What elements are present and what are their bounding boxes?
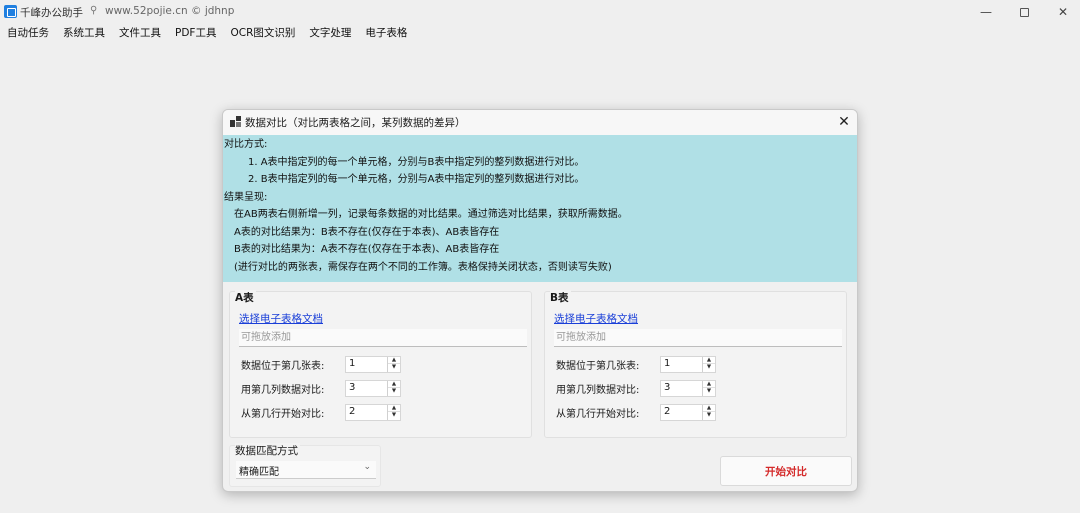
spin-down-icon[interactable]: ▼	[388, 364, 400, 371]
spin-down-icon[interactable]: ▼	[703, 412, 715, 419]
column-index-label: 用第几列数据对比:	[241, 384, 325, 396]
dialog-close-button[interactable]: ✕	[835, 113, 853, 131]
table-b-column-spinner[interactable]: 3 ▲ ▼	[660, 379, 716, 397]
menu-bar: 自动任务 系统工具 文件工具 PDF工具 OCR图文识别 文字处理 电子表格	[0, 24, 414, 42]
spin-down-icon[interactable]: ▼	[388, 388, 400, 395]
spinner-value: 1	[349, 357, 356, 369]
spinner-value: 3	[349, 381, 356, 393]
maximize-button[interactable]	[1004, 0, 1044, 24]
start-row-label: 从第几行开始对比:	[556, 408, 640, 420]
table-b-column-row: 用第几列数据对比: 3 ▲ ▼	[556, 379, 716, 397]
app-subtitle: www.52pojie.cn © jdhnp	[105, 5, 235, 17]
table-a-file-input[interactable]	[239, 329, 527, 347]
spinner-value: 2	[349, 405, 356, 417]
dialog-titlebar: 数据对比（对比两表格之间，某列数据的差异） ✕	[223, 110, 857, 135]
table-a-column-row: 用第几列数据对比: 3 ▲ ▼	[241, 379, 401, 397]
spin-down-icon[interactable]: ▼	[703, 388, 715, 395]
match-method-value: 精确匹配	[239, 467, 279, 478]
table-b-select-file-link[interactable]: 选择电子表格文档	[554, 311, 638, 326]
info-line: 1. A表中指定列的每一个单元格，分别与B表中指定列的整列数据进行对比。	[248, 156, 585, 168]
info-line: (进行对比的两张表，需保存在两个不同的工作簿。表格保持关闭状态，否则读写失败)	[234, 261, 612, 273]
match-method-title: 数据匹配方式	[235, 443, 300, 458]
info-line: A表的对比结果为：B表不存在(仅存在于本表)、AB表皆存在	[234, 226, 500, 238]
start-row-label: 从第几行开始对比:	[241, 408, 325, 420]
table-b-file-input[interactable]	[554, 329, 842, 347]
app-titlebar: 千峰办公助手 ⚲ www.52pojie.cn © jdhnp — ✕	[0, 0, 1080, 24]
spin-up-icon[interactable]: ▲	[388, 405, 400, 412]
table-a-panel: A表 选择电子表格文档 数据位于第几张表: 1 ▲▼ 用第几列数据对比: 3 ▲…	[229, 290, 532, 438]
close-icon: ✕	[1057, 5, 1069, 19]
table-a-start-row: 从第几行开始对比: 2 ▲ ▼	[241, 403, 401, 421]
spinner-value: 2	[664, 405, 671, 417]
info-line: 2. B表中指定列的每一个单元格，分别与A表中指定列的整列数据进行对比。	[248, 174, 585, 185]
info-line: B表的对比结果为：A表不存在(仅存在于本表)、AB表皆存在	[234, 244, 500, 255]
spin-up-icon[interactable]: ▲	[703, 357, 715, 364]
info-line: 结果呈现:	[224, 191, 268, 203]
app-logo-icon	[4, 5, 17, 18]
spin-up-icon[interactable]: ▲	[703, 381, 715, 388]
start-compare-button[interactable]: 开始对比	[720, 456, 852, 486]
spin-up-icon[interactable]: ▲	[388, 381, 400, 388]
spin-down-icon[interactable]: ▼	[703, 364, 715, 371]
close-window-button[interactable]: ✕	[1043, 0, 1080, 24]
match-method-group: 数据匹配方式 精确匹配 ⌄	[229, 443, 381, 487]
info-line: 在AB两表右侧新增一列，记录每条数据的对比结果。通过筛选对比结果，获取所需数据。	[234, 209, 628, 220]
spin-down-icon[interactable]: ▼	[388, 412, 400, 419]
table-b-start-row: 从第几行开始对比: 2 ▲ ▼	[556, 403, 716, 421]
spinner-value: 1	[664, 357, 671, 369]
sheet-index-label: 数据位于第几张表:	[556, 360, 640, 372]
menu-pdf-tools[interactable]: PDF工具	[168, 24, 223, 42]
minimize-icon: —	[980, 5, 992, 19]
menu-file-tools[interactable]: 文件工具	[112, 24, 168, 42]
table-b-panel: B表 选择电子表格文档 数据位于第几张表: 1 ▲▼ 用第几列数据对比: 3 ▲…	[544, 290, 847, 438]
table-b-start-row-spinner[interactable]: 2 ▲ ▼	[660, 403, 716, 421]
menu-ocr[interactable]: OCR图文识别	[223, 24, 302, 42]
menu-auto-tasks[interactable]: 自动任务	[0, 24, 56, 42]
table-a-title: A表	[235, 290, 256, 305]
table-b-sheet-spinner[interactable]: 1 ▲ ▼	[660, 355, 716, 373]
maximize-icon	[1019, 7, 1029, 17]
table-b-sheet-row: 数据位于第几张表: 1 ▲ ▼	[556, 355, 716, 373]
close-icon: ✕	[838, 114, 850, 130]
data-compare-dialog: 数据对比（对比两表格之间，某列数据的差异） ✕ 对比方式: 1. A表中指定列的…	[222, 109, 858, 492]
app-title: 千峰办公助手	[20, 7, 83, 19]
table-a-sheet-row: 数据位于第几张表: 1 ▲ ▼	[241, 355, 401, 373]
table-a-sheet-spinner[interactable]: 1 ▲ ▼	[345, 355, 401, 373]
table-b-title: B表	[550, 290, 571, 305]
instructions-box: 对比方式: 1. A表中指定列的每一个单元格，分别与B表中指定列的整列数据进行对…	[223, 135, 857, 282]
dialog-title: 数据对比（对比两表格之间，某列数据的差异）	[245, 117, 466, 129]
compare-icon	[230, 116, 241, 127]
menu-system-tools[interactable]: 系统工具	[56, 24, 112, 42]
table-a-start-row-spinner[interactable]: 2 ▲ ▼	[345, 403, 401, 421]
minimize-button[interactable]: —	[966, 0, 1006, 24]
spin-up-icon[interactable]: ▲	[388, 357, 400, 364]
info-line: 对比方式:	[224, 139, 268, 150]
menu-text-processing[interactable]: 文字处理	[302, 24, 358, 42]
spinner-value: 3	[664, 381, 671, 393]
menu-spreadsheet[interactable]: 电子表格	[358, 24, 414, 42]
match-method-select[interactable]: 精确匹配 ⌄	[236, 461, 376, 479]
pin-icon: ⚲	[90, 5, 98, 16]
chevron-down-icon: ⌄	[363, 462, 371, 472]
sheet-index-label: 数据位于第几张表:	[241, 360, 325, 372]
spin-up-icon[interactable]: ▲	[703, 405, 715, 412]
column-index-label: 用第几列数据对比:	[556, 384, 640, 396]
table-a-column-spinner[interactable]: 3 ▲ ▼	[345, 379, 401, 397]
table-a-select-file-link[interactable]: 选择电子表格文档	[239, 311, 323, 326]
